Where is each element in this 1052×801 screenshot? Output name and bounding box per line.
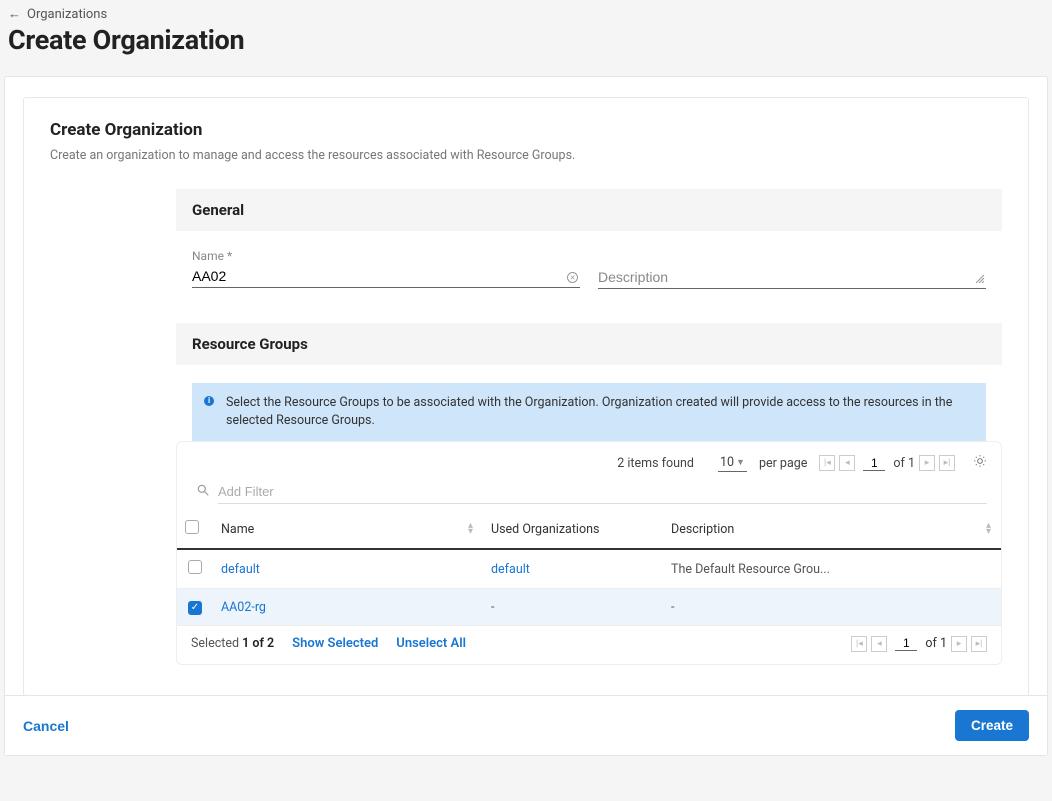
page-input[interactable] <box>863 456 885 471</box>
breadcrumb[interactable]: ← Organizations <box>8 6 1044 22</box>
description-input[interactable] <box>598 266 986 289</box>
panel-title: Create Organization <box>50 120 1002 140</box>
prev-page-button[interactable]: ◂ <box>839 455 855 471</box>
table-row[interactable]: ✓ AA02-rg - - <box>177 589 1001 626</box>
name-field-wrap: Name * ✕ <box>192 249 580 289</box>
general-heading: General <box>176 189 1002 231</box>
show-selected-link[interactable]: Show Selected <box>292 636 378 651</box>
resource-groups-heading: Resource Groups <box>176 323 1002 365</box>
create-button[interactable]: Create <box>955 710 1029 741</box>
chevron-down-icon: ▼ <box>736 457 745 468</box>
rg-used-cell: - <box>483 589 663 626</box>
sort-icon: ▴▾ <box>468 523 473 535</box>
name-input[interactable] <box>192 265 580 288</box>
page-input[interactable] <box>895 636 917 651</box>
col-name-header[interactable]: Name ▴▾ <box>213 510 483 549</box>
form-area: General Name * ✕ Resource Groups i Selec… <box>176 189 1002 665</box>
panel-desc: Create an organization to manage and acc… <box>50 148 1002 163</box>
select-all-checkbox[interactable] <box>185 520 199 534</box>
back-arrow-icon[interactable]: ← <box>8 6 21 22</box>
row-checkbox[interactable] <box>188 560 202 574</box>
description-field-wrap <box>598 266 986 289</box>
cancel-button[interactable]: Cancel <box>23 718 69 734</box>
last-page-button[interactable]: ▸| <box>939 455 955 471</box>
table-toolbar: 2 items found 10 ▼ per page |◂ ◂ of 1 ▸ … <box>177 442 1001 480</box>
main-card: Create Organization Create an organizati… <box>4 76 1048 756</box>
prev-page-button[interactable]: ◂ <box>871 636 887 652</box>
col-used-header[interactable]: Used Organizations <box>483 510 663 549</box>
filter-row <box>182 480 1001 510</box>
page-total-label: of 1 <box>925 636 947 651</box>
rg-desc-cell: - <box>663 589 1001 626</box>
resource-groups-table: Name ▴▾ Used Organizations Description ▴… <box>177 510 1001 626</box>
items-found-label: 2 items found <box>617 456 694 471</box>
next-page-button[interactable]: ▸ <box>919 455 935 471</box>
rg-desc-cell: The Default Resource Grou... <box>663 549 1001 589</box>
per-page-select[interactable]: 10 ▼ <box>718 455 747 472</box>
settings-gear-icon[interactable] <box>973 454 987 472</box>
page-total-label: of 1 <box>893 456 915 471</box>
col-desc-header[interactable]: Description ▴▾ <box>663 510 1001 549</box>
filter-input[interactable] <box>218 480 987 504</box>
table-row[interactable]: default default The Default Resource Gro… <box>177 549 1001 589</box>
form-card: Create Organization Create an organizati… <box>23 97 1029 696</box>
search-icon <box>196 483 210 501</box>
page-title: Create Organization <box>8 24 1044 56</box>
table-footer: Selected 1 of 2 Show Selected Unselect A… <box>177 626 1001 656</box>
rg-name-link[interactable]: default <box>221 562 260 577</box>
page-header: ← Organizations Create Organization <box>0 0 1052 72</box>
first-page-button[interactable]: |◂ <box>851 636 867 652</box>
next-page-button[interactable]: ▸ <box>951 636 967 652</box>
breadcrumb-label[interactable]: Organizations <box>27 7 107 22</box>
clear-name-icon[interactable]: ✕ <box>567 272 578 283</box>
info-banner: i Select the Resource Groups to be assoc… <box>192 383 986 441</box>
pager-top: |◂ ◂ of 1 ▸ ▸| <box>819 455 955 471</box>
row-checkbox[interactable]: ✓ <box>188 601 202 615</box>
general-fields: Name * ✕ <box>176 249 1002 289</box>
table-card: 2 items found 10 ▼ per page |◂ ◂ of 1 ▸ … <box>176 441 1002 665</box>
rg-name-link[interactable]: AA02-rg <box>221 600 266 615</box>
pager-bottom: |◂ ◂ of 1 ▸ ▸| <box>851 636 987 652</box>
selected-count: Selected 1 of 2 <box>191 636 274 651</box>
sort-icon: ▴▾ <box>986 523 991 535</box>
action-bar: Cancel Create <box>5 695 1047 755</box>
info-text: Select the Resource Groups to be associa… <box>226 395 952 428</box>
last-page-button[interactable]: ▸| <box>971 636 987 652</box>
rg-used-link[interactable]: default <box>491 562 530 577</box>
unselect-all-link[interactable]: Unselect All <box>396 636 466 651</box>
info-icon: i <box>204 396 214 406</box>
col-select-all <box>177 510 213 549</box>
per-page-label: per page <box>759 456 807 471</box>
first-page-button[interactable]: |◂ <box>819 455 835 471</box>
name-label: Name * <box>192 249 580 263</box>
